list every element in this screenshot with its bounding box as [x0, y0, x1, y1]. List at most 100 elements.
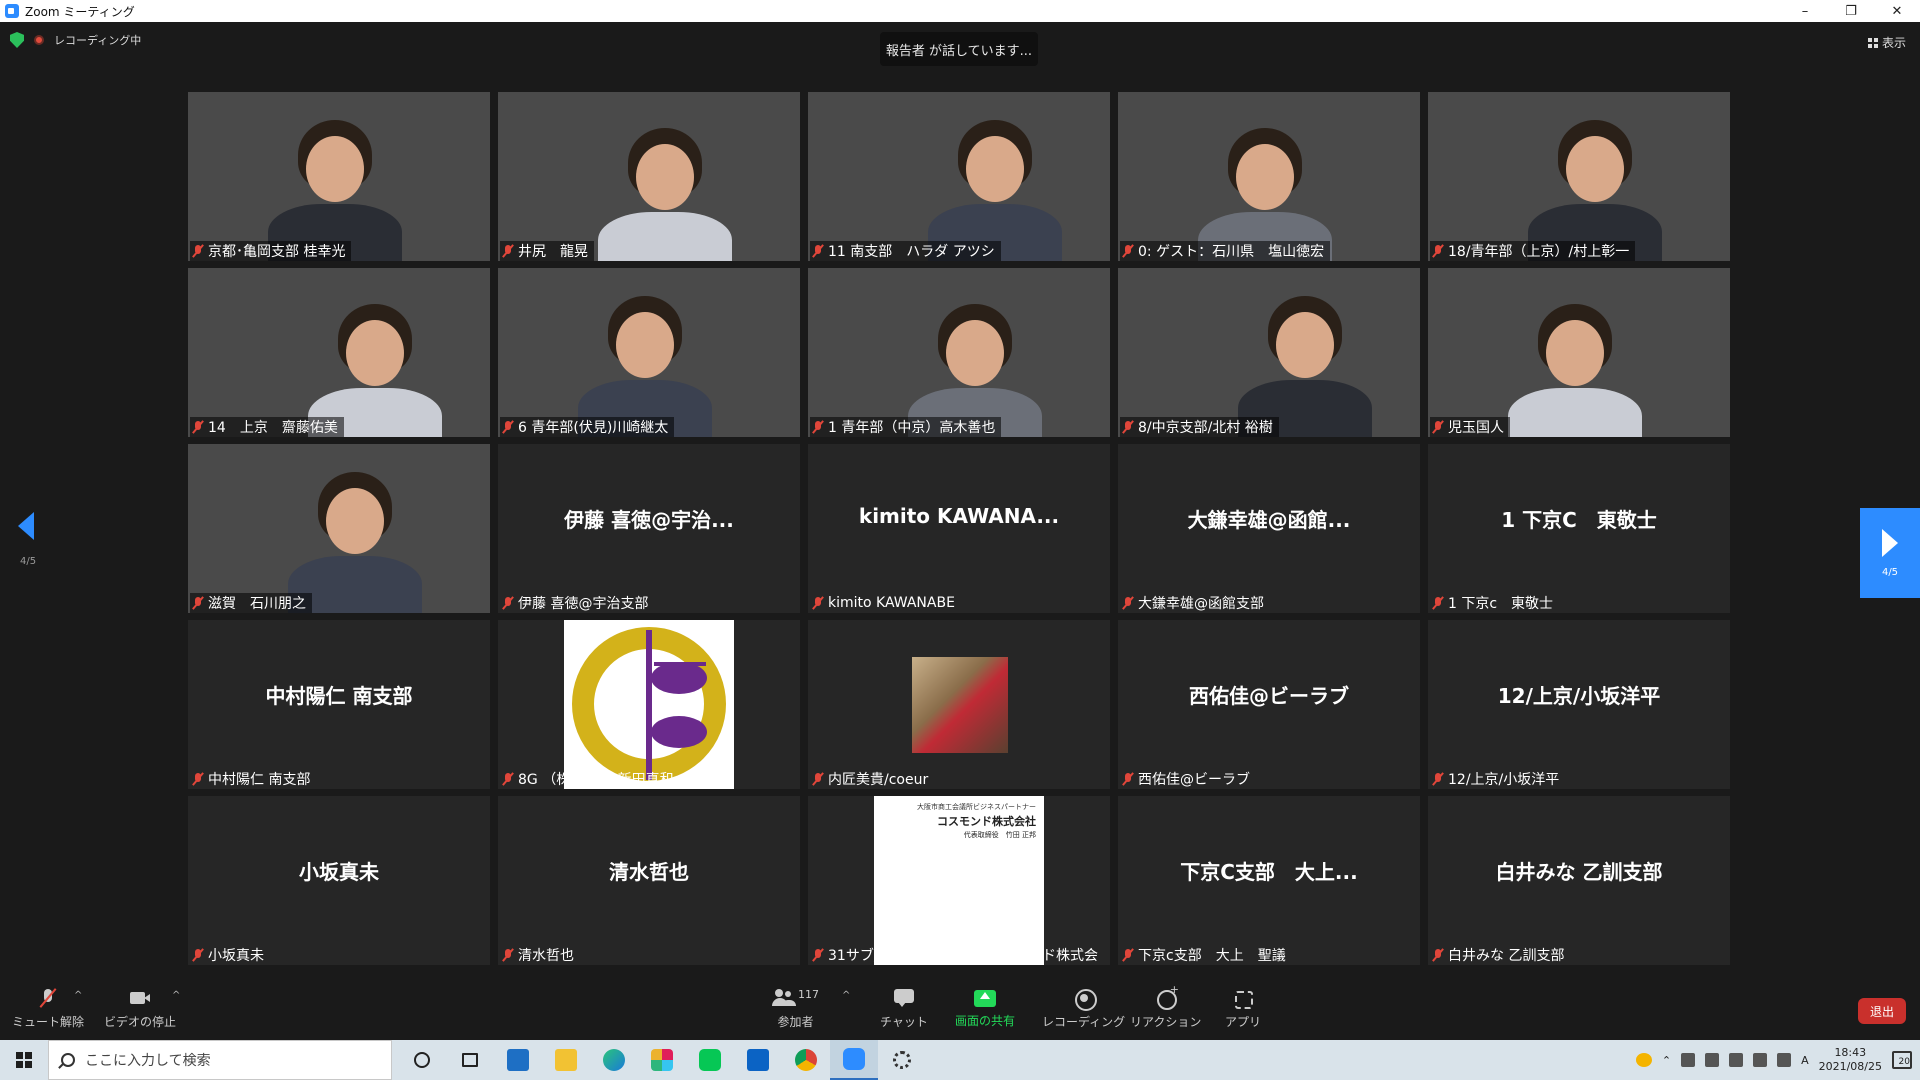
participant-video-face: [616, 312, 674, 378]
participant-tile[interactable]: 中村陽仁 南支部 中村陽仁 南支部: [188, 620, 490, 789]
participant-video-body: [1508, 388, 1642, 437]
camera-icon: [129, 988, 151, 1008]
taskbar-app-zoom[interactable]: [830, 1040, 878, 1080]
participant-tile[interactable]: kimito KAWANA... kimito KAWANABE: [808, 444, 1110, 613]
participants-icon: [772, 988, 794, 1008]
dropbox-icon[interactable]: [1753, 1053, 1768, 1067]
next-page-button[interactable]: 4/5: [1860, 508, 1920, 598]
participant-nameplate: 6 青年部(伏見)川崎継太: [500, 417, 675, 437]
participant-nameplate: 1 下京c 東敬士: [1430, 593, 1559, 613]
participant-nameplate: 清水哲也: [500, 945, 580, 965]
participant-tile[interactable]: 1 下京C 東敬士 1 下京c 東敬士: [1428, 444, 1730, 613]
muted-mic-icon: [812, 772, 824, 786]
tray-app-icon-2[interactable]: [1705, 1053, 1720, 1067]
participant-tile[interactable]: 小坂真未 小坂真未: [188, 796, 490, 965]
right-arrow-icon: [1882, 528, 1898, 557]
doc-representative: 代表取締役 竹田 正邦: [963, 831, 1036, 839]
participant-tile[interactable]: 児玉国人: [1428, 268, 1730, 437]
video-options-caret[interactable]: ^: [172, 990, 180, 1001]
participant-video-body: [598, 212, 732, 261]
participant-tile[interactable]: 大阪市商工会議所ビジネスパートナー コスモンド株式会社 代表取締役 竹田 正邦 31サ…: [808, 796, 1110, 965]
close-button[interactable]: ✕: [1874, 0, 1920, 22]
notifications-icon[interactable]: 20: [1892, 1051, 1912, 1069]
taskbar-app-edge[interactable]: [590, 1040, 638, 1080]
muted-mic-icon: [1432, 948, 1444, 962]
network-icon[interactable]: [1729, 1053, 1744, 1067]
microphone-muted-icon: [37, 988, 59, 1008]
participant-tile[interactable]: 下京C支部 大上... 下京c支部 大上 聖議: [1118, 796, 1420, 965]
apps-button[interactable]: アプリ: [1225, 988, 1261, 1030]
chat-button[interactable]: チャット: [880, 988, 928, 1030]
reactions-button[interactable]: リアクション: [1130, 983, 1201, 1030]
share-screen-button[interactable]: 画面の共有: [955, 988, 1015, 1029]
start-button[interactable]: [0, 1040, 48, 1080]
participant-tile[interactable]: 8G （株)新和 新田真和: [498, 620, 800, 789]
participant-name: 京都･亀岡支部 桂幸光: [208, 244, 346, 260]
tray-app-icon-1[interactable]: [1681, 1053, 1696, 1067]
muted-mic-icon: [192, 596, 204, 610]
participant-name: 18/青年部（上京）/村上彰一: [1448, 244, 1630, 260]
taskbar-app-trello[interactable]: [734, 1040, 782, 1080]
task-view-button[interactable]: [446, 1040, 494, 1080]
participant-tile[interactable]: 0: ゲスト：石川県 塩山徳宏: [1118, 92, 1420, 261]
cortana-button[interactable]: [398, 1040, 446, 1080]
participant-tile[interactable]: 西佑佳@ビーラブ 西佑佳@ビーラブ: [1118, 620, 1420, 789]
trello-icon: [747, 1049, 769, 1071]
participant-tile[interactable]: 大鎌幸雄@函館... 大鎌幸雄@函館支部: [1118, 444, 1420, 613]
participant-tile[interactable]: 伊藤 喜徳@宇治... 伊藤 喜徳@宇治支部: [498, 444, 800, 613]
stop-video-button[interactable]: ビデオの停止: [104, 988, 176, 1030]
participant-tile[interactable]: 6 青年部(伏見)川崎継太: [498, 268, 800, 437]
zoom-app-icon: [5, 4, 19, 18]
taskbar-app-chrome[interactable]: [782, 1040, 830, 1080]
audio-options-caret[interactable]: ^: [74, 990, 82, 1001]
participant-tile[interactable]: 8/中京支部/北村 裕樹: [1118, 268, 1420, 437]
minimize-button[interactable]: –: [1782, 0, 1828, 22]
maximize-button[interactable]: ❐: [1828, 0, 1874, 22]
taskbar-app-settings[interactable]: [878, 1040, 926, 1080]
participant-video-face: [636, 144, 694, 210]
muted-mic-icon: [192, 772, 204, 786]
participant-tile[interactable]: 滋賀 石川朋之: [188, 444, 490, 613]
page-indicator-right: 4/5: [1881, 566, 1899, 578]
windows-taskbar: ここに入力して検索 ⌃ A 18:43 2021/08/25 20: [0, 1040, 1920, 1080]
record-button[interactable]: レコーディング: [1042, 988, 1125, 1030]
participants-options-caret[interactable]: ^: [842, 990, 850, 1001]
ime-indicator[interactable]: A: [1801, 1054, 1809, 1067]
weather-icon[interactable]: [1635, 1053, 1652, 1067]
participant-tile[interactable]: 1 青年部（中京）高木善也: [808, 268, 1110, 437]
calendar-app-icon: [507, 1049, 529, 1071]
taskbar-app-slack[interactable]: [638, 1040, 686, 1080]
participant-tile[interactable]: 12/上京/小坂洋平 12/上京/小坂洋平: [1428, 620, 1730, 789]
view-button[interactable]: 表示: [1867, 34, 1906, 51]
muted-mic-icon: [812, 244, 824, 258]
participant-tile[interactable]: 京都･亀岡支部 桂幸光: [188, 92, 490, 261]
participant-tile[interactable]: 内匠美貴/coeur: [808, 620, 1110, 789]
muted-mic-icon: [812, 420, 824, 434]
participant-nameplate: 8G （株)新和 新田真和: [500, 769, 680, 789]
participant-nameplate: 中村陽仁 南支部: [190, 769, 316, 789]
participants-button[interactable]: 117 参加者: [772, 988, 819, 1030]
muted-mic-icon: [1122, 772, 1134, 786]
participant-tile[interactable]: 11 南支部 ハラダ アツシ: [808, 92, 1110, 261]
participant-tile[interactable]: 清水哲也 清水哲也: [498, 796, 800, 965]
muted-mic-icon: [1432, 420, 1444, 434]
participant-tile[interactable]: 14 上京 齋藤佑美: [188, 268, 490, 437]
taskbar-app-1[interactable]: [494, 1040, 542, 1080]
participants-label: 参加者: [777, 1015, 814, 1029]
search-icon: [61, 1053, 75, 1067]
taskbar-search-box[interactable]: ここに入力して検索: [48, 1040, 392, 1080]
participant-name: 滋賀 石川朋之: [208, 596, 306, 612]
previous-page-button[interactable]: [18, 512, 38, 542]
volume-icon[interactable]: [1777, 1053, 1792, 1067]
participant-name: 1 下京c 東敬士: [1448, 596, 1554, 612]
taskbar-app-explorer[interactable]: [542, 1040, 590, 1080]
tray-expand-icon[interactable]: ⌃: [1662, 1054, 1671, 1067]
taskbar-clock[interactable]: 18:43 2021/08/25: [1819, 1046, 1882, 1074]
participant-tile[interactable]: 白井みな 乙訓支部 白井みな 乙訓支部: [1428, 796, 1730, 965]
participant-tile[interactable]: 18/青年部（上京）/村上彰一: [1428, 92, 1730, 261]
participant-nameplate: 井尻 龍晃: [500, 241, 594, 261]
taskbar-app-line[interactable]: [686, 1040, 734, 1080]
leave-meeting-button[interactable]: 退出: [1858, 998, 1906, 1024]
security-shield-icon[interactable]: [10, 32, 24, 48]
participant-tile[interactable]: 井尻 龍晃: [498, 92, 800, 261]
